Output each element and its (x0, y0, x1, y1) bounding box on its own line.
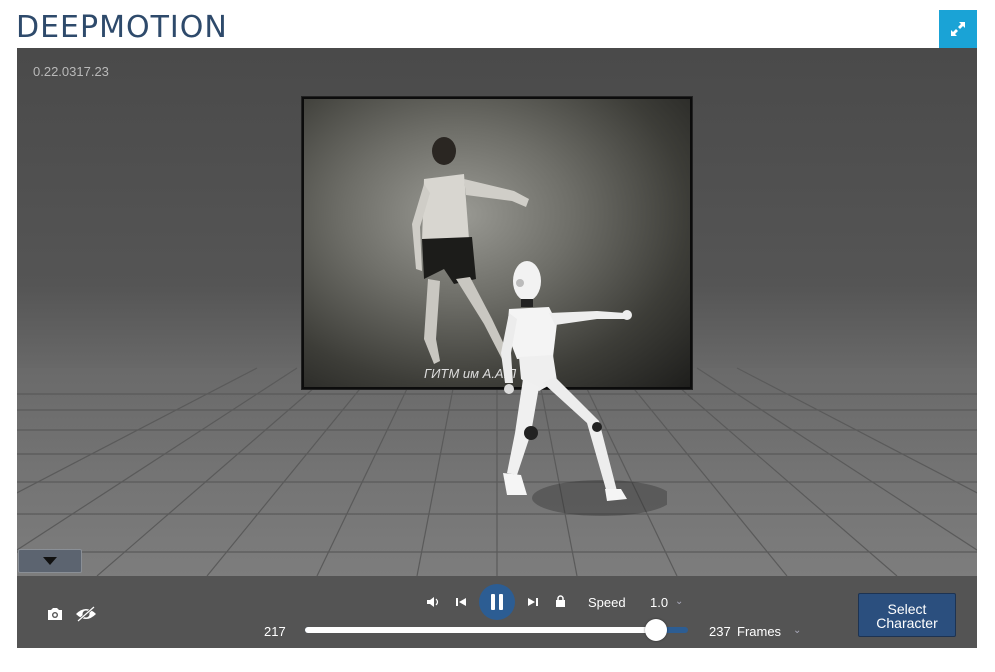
speaker-icon (427, 597, 439, 607)
frames-chevron-icon[interactable]: ⌄ (793, 625, 801, 636)
playback-controls: Speed 1.0 ⌄ 217 237 Frames ⌄ Select Char… (17, 576, 977, 648)
pause-icon (491, 594, 503, 610)
speed-select[interactable]: 1.0 (650, 595, 668, 610)
mute-button[interactable] (425, 594, 441, 610)
deepmotion-logo: DEEPMOTION (16, 9, 228, 45)
speed-label: Speed (588, 595, 626, 610)
camera-button[interactable] (46, 606, 64, 622)
fullscreen-button[interactable] (939, 10, 977, 48)
timeline-slider[interactable] (305, 619, 688, 641)
logo-text: DEEPMOTION (16, 9, 228, 45)
collapse-panel-button[interactable] (18, 549, 82, 573)
lock-icon (555, 595, 565, 607)
frames-label: Frames (737, 624, 782, 639)
skip-back-icon (456, 598, 466, 606)
select-character-line1: Select (887, 601, 927, 617)
current-frame: 217 (264, 624, 286, 639)
app-header: DEEPMOTION (0, 0, 995, 48)
camera-icon (48, 608, 62, 620)
select-character-button[interactable]: Select Character (858, 593, 956, 637)
version-label: 0.22.0317.23 (33, 64, 109, 79)
3d-viewport[interactable]: 0.22.0317.23 ГИТМ им А.А.Л (17, 48, 977, 576)
avatar-robot[interactable] (487, 253, 667, 553)
timeline-thumb[interactable] (644, 619, 667, 641)
speed-chevron-icon[interactable]: ⌄ (675, 596, 683, 607)
select-character-line2: Character (876, 615, 938, 631)
next-frame-button[interactable] (526, 595, 540, 609)
previous-frame-button[interactable] (454, 595, 468, 609)
total-frames: 237 (709, 624, 731, 639)
eye-slash-icon (76, 606, 96, 622)
timeline-progress (305, 627, 656, 633)
skip-forward-icon (528, 598, 538, 606)
play-pause-button[interactable] (479, 584, 515, 620)
caret-down-icon (43, 557, 57, 565)
expand-icon (951, 22, 965, 36)
lock-button[interactable] (553, 594, 567, 608)
visibility-toggle[interactable] (74, 605, 98, 623)
